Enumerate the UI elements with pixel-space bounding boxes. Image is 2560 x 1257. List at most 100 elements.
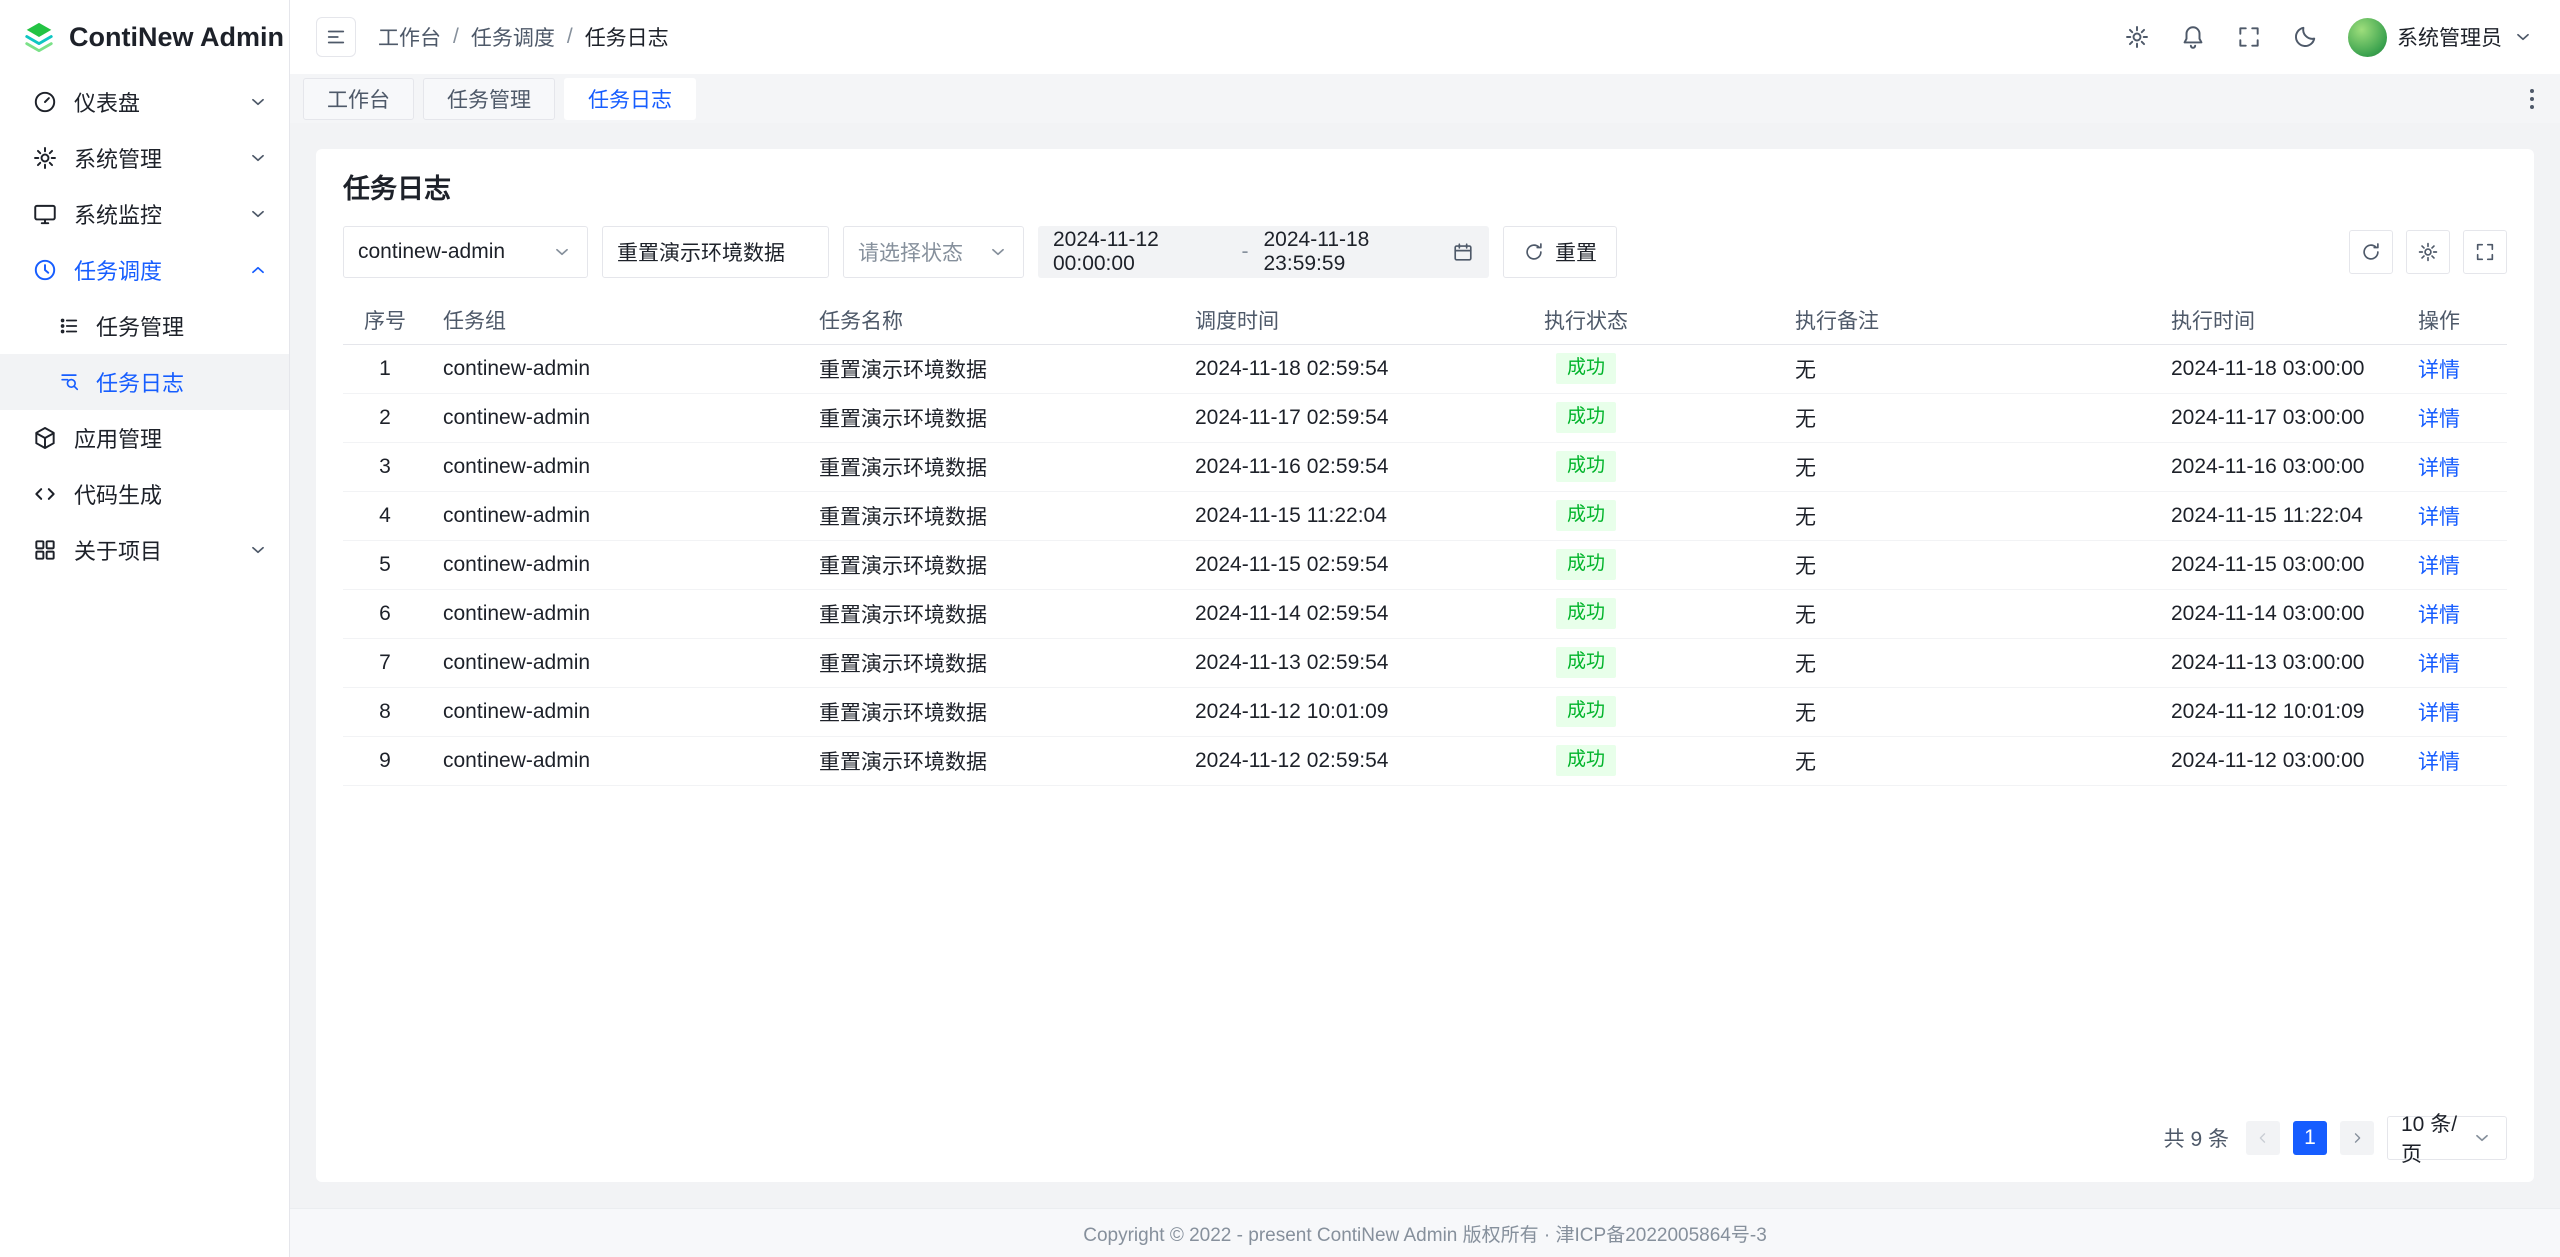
cell-schedule-time: 2024-11-12 02:59:54: [1179, 736, 1393, 785]
user-menu[interactable]: 系统管理员: [2348, 18, 2534, 57]
table-row: 7 continew-admin 重置演示环境数据 2024-11-13 02:…: [343, 638, 2507, 687]
cell-no: 2: [343, 393, 427, 442]
date-range-picker[interactable]: 2024-11-12 00:00:00 - 2024-11-18 23:59:5…: [1038, 226, 1489, 278]
reset-button[interactable]: 重置: [1503, 226, 1617, 278]
table-header-row: 序号 任务组 任务名称 调度时间 执行状态 执行备注 执行时间 操作: [343, 296, 2507, 344]
sidebar-item-dashboard[interactable]: 仪表盘: [0, 74, 289, 130]
detail-link[interactable]: 详情: [2418, 359, 2460, 382]
more-vertical-icon[interactable]: [2517, 83, 2547, 115]
tab-task-log[interactable]: 任务日志: [564, 78, 696, 120]
detail-link[interactable]: 详情: [2418, 408, 2460, 431]
cell-name: 重置演示环境数据: [803, 540, 1179, 589]
breadcrumb-separator: /: [567, 25, 573, 49]
column-settings-button[interactable]: [2406, 230, 2450, 274]
cell-no: 7: [343, 638, 427, 687]
cell-no: 1: [343, 344, 427, 393]
moon-icon: [2292, 24, 2318, 50]
breadcrumb-item-task-scheduling[interactable]: 任务调度: [471, 22, 555, 52]
chevron-up-icon: [247, 259, 269, 281]
detail-link[interactable]: 详情: [2418, 506, 2460, 529]
task-group-select[interactable]: continew-admin: [343, 226, 588, 278]
copyright-text: Copyright © 2022 - present ContiNew Admi…: [1083, 1220, 1767, 1247]
tab-workbench[interactable]: 工作台: [303, 78, 414, 120]
pagination: 共 9 条 1 10 条/页: [343, 1096, 2507, 1160]
detail-link[interactable]: 详情: [2418, 653, 2460, 676]
table-row: 2 continew-admin 重置演示环境数据 2024-11-17 02:…: [343, 393, 2507, 442]
table-row: 4 continew-admin 重置演示环境数据 2024-11-15 11:…: [343, 491, 2507, 540]
refresh-table-button[interactable]: [2349, 230, 2393, 274]
column-header-action: 操作: [2371, 296, 2507, 344]
task-log-table: 序号 任务组 任务名称 调度时间 执行状态 执行备注 执行时间 操作: [343, 296, 2507, 786]
sidebar-item-system-management[interactable]: 系统管理: [0, 130, 289, 186]
fullscreen-button[interactable]: [2236, 24, 2262, 50]
detail-link[interactable]: 详情: [2418, 751, 2460, 774]
table-fullscreen-button[interactable]: [2463, 230, 2507, 274]
column-header-no: 序号: [343, 296, 427, 344]
page-size-select[interactable]: 10 条/页: [2387, 1116, 2507, 1160]
notifications-button[interactable]: [2180, 24, 2206, 50]
cell-exec-time: 2024-11-18 03:00:00: [2155, 344, 2371, 393]
cell-group: continew-admin: [427, 589, 803, 638]
sidebar-item-task-scheduling[interactable]: 任务调度: [0, 242, 289, 298]
chevron-right-icon: [2348, 1129, 2366, 1147]
status-badge: 成功: [1556, 353, 1616, 384]
sidebar-item-task-management[interactable]: 任务管理: [0, 298, 289, 354]
app-logo[interactable]: ContiNew Admin: [0, 0, 289, 74]
cell-group: continew-admin: [427, 540, 803, 589]
cell-exec-time: 2024-11-13 03:00:00: [2155, 638, 2371, 687]
top-bar: 工作台 / 任务调度 / 任务日志: [290, 0, 2560, 74]
status-badge: 成功: [1556, 500, 1616, 531]
menu-collapse-button[interactable]: [316, 17, 356, 57]
detail-link[interactable]: 详情: [2418, 604, 2460, 627]
cell-name: 重置演示环境数据: [803, 736, 1179, 785]
sidebar-item-app-management[interactable]: 应用管理: [0, 410, 289, 466]
prev-page-button[interactable]: [2246, 1121, 2280, 1155]
gear-icon: [32, 145, 58, 171]
table-row: 1 continew-admin 重置演示环境数据 2024-11-18 02:…: [343, 344, 2507, 393]
chevron-left-icon: [2254, 1129, 2272, 1147]
page-number-1[interactable]: 1: [2293, 1121, 2327, 1155]
sidebar-item-code-generation[interactable]: 代码生成: [0, 466, 289, 522]
tab-task-management[interactable]: 任务管理: [423, 78, 555, 120]
cell-status: 成功: [1393, 540, 1779, 589]
cell-name: 重置演示环境数据: [803, 687, 1179, 736]
cell-action: 详情: [2371, 393, 2507, 442]
task-name-input[interactable]: [602, 226, 829, 278]
detail-link[interactable]: 详情: [2418, 702, 2460, 725]
status-badge: 成功: [1556, 745, 1616, 776]
dark-mode-button[interactable]: [2292, 24, 2318, 50]
breadcrumb-item-workbench[interactable]: 工作台: [378, 22, 441, 52]
cell-no: 5: [343, 540, 427, 589]
page-title: 任务日志: [343, 167, 2507, 206]
cell-remark: 无: [1779, 442, 2155, 491]
chevron-down-icon: [247, 203, 269, 225]
column-header-remark: 执行备注: [1779, 296, 2155, 344]
cell-status: 成功: [1393, 638, 1779, 687]
cell-name: 重置演示环境数据: [803, 442, 1179, 491]
cell-remark: 无: [1779, 638, 2155, 687]
detail-link[interactable]: 详情: [2418, 457, 2460, 480]
table-row: 3 continew-admin 重置演示环境数据 2024-11-16 02:…: [343, 442, 2507, 491]
breadcrumb: 工作台 / 任务调度 / 任务日志: [378, 22, 669, 52]
cell-status: 成功: [1393, 687, 1779, 736]
detail-link[interactable]: 详情: [2418, 555, 2460, 578]
cell-no: 4: [343, 491, 427, 540]
table-row: 5 continew-admin 重置演示环境数据 2024-11-15 02:…: [343, 540, 2507, 589]
settings-button[interactable]: [2124, 24, 2150, 50]
sidebar: ContiNew Admin 仪表盘 系统管理: [0, 0, 290, 1257]
sidebar-item-about-project[interactable]: 关于项目: [0, 522, 289, 578]
cell-no: 8: [343, 687, 427, 736]
next-page-button[interactable]: [2340, 1121, 2374, 1155]
sidebar-item-system-monitor[interactable]: 系统监控: [0, 186, 289, 242]
task-list-icon: [58, 315, 80, 337]
cell-action: 详情: [2371, 638, 2507, 687]
cell-exec-time: 2024-11-15 11:22:04: [2155, 491, 2371, 540]
logo-title: ContiNew Admin: [69, 22, 284, 53]
cell-remark: 无: [1779, 540, 2155, 589]
cell-group: continew-admin: [427, 344, 803, 393]
sidebar-item-label: 应用管理: [74, 422, 162, 454]
cell-exec-time: 2024-11-14 03:00:00: [2155, 589, 2371, 638]
sidebar-item-task-log[interactable]: 任务日志: [0, 354, 289, 410]
status-select[interactable]: 请选择状态: [843, 226, 1024, 278]
cell-status: 成功: [1393, 344, 1779, 393]
